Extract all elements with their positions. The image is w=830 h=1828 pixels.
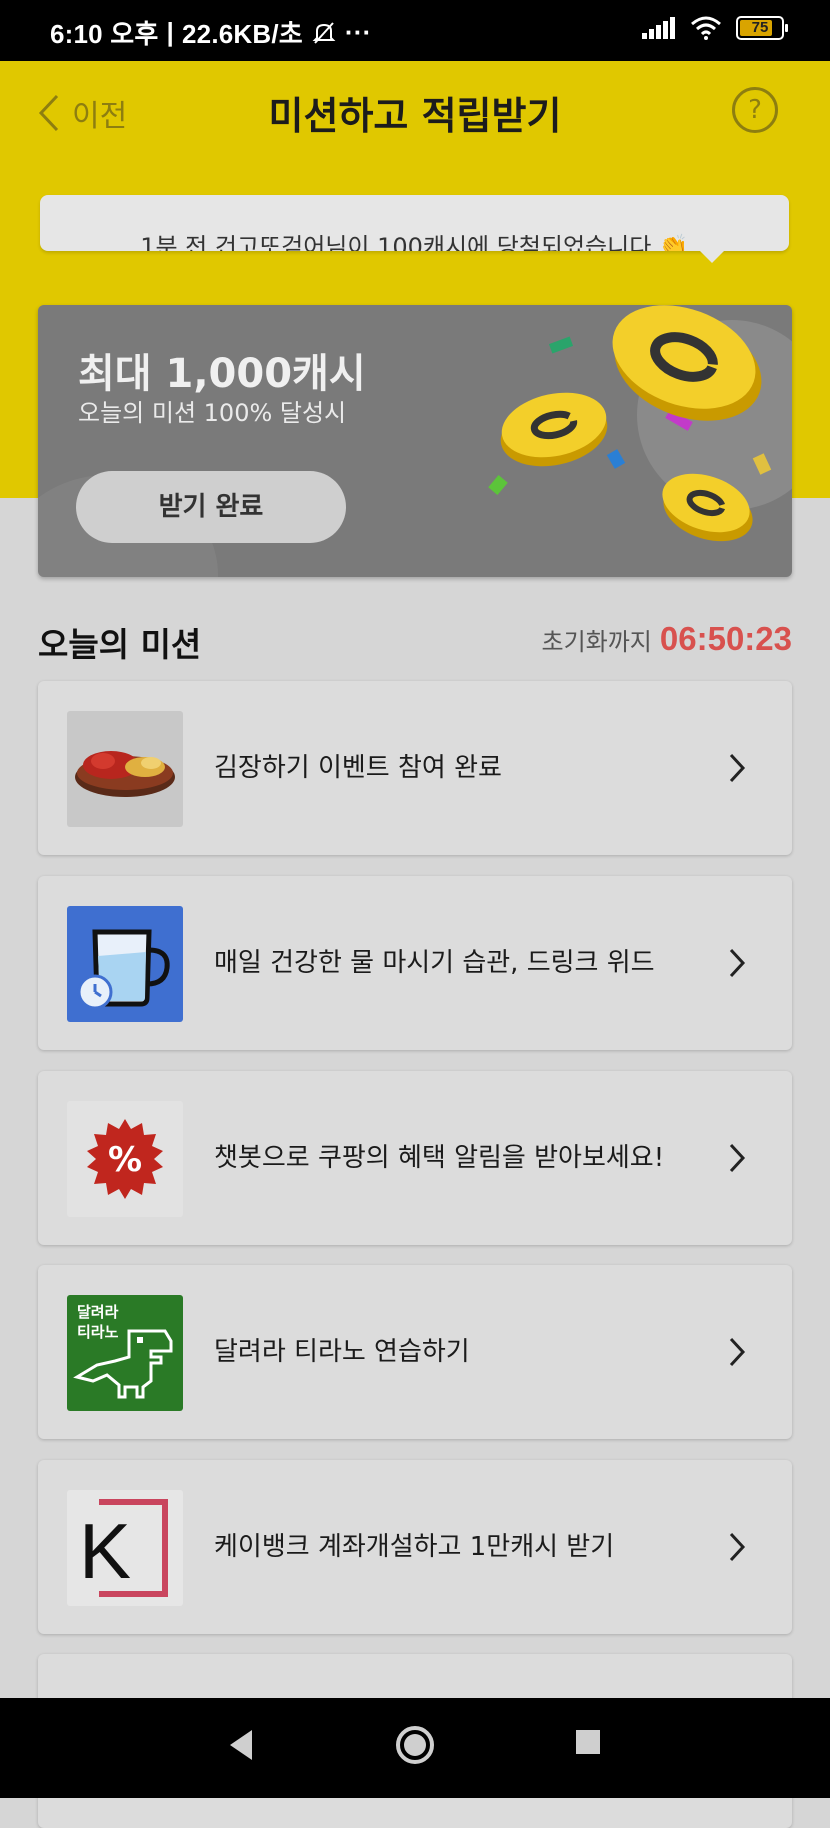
mute-bell-icon	[312, 21, 336, 44]
chevron-right-icon	[729, 948, 746, 978]
chevron-right-icon	[729, 753, 746, 783]
ticker-tail	[698, 249, 726, 263]
reset-label: 초기화까지	[541, 628, 652, 656]
coins-illustration-icon	[488, 305, 792, 542]
mission-label: 김장하기 이벤트 참여 완료	[214, 753, 502, 783]
more-indicator: ···	[344, 17, 372, 47]
back-nav-icon[interactable]	[226, 1728, 256, 1762]
wifi-icon	[691, 16, 721, 40]
system-nav-bar	[0, 1698, 830, 1798]
status-time: 6:10 오후	[50, 19, 159, 49]
discount-badge-icon: %	[67, 1101, 183, 1217]
mission-item[interactable]: 달려라 티라노 달려라 티라노 연습하기	[38, 1265, 792, 1439]
reward-amount: 최대 1,000캐시	[78, 351, 366, 397]
thumb-text-line1: 달려라	[77, 1303, 119, 1321]
mission-item[interactable]: 매일 건강한 물 마시기 습관, 드링크 위드	[38, 876, 792, 1050]
chevron-right-icon	[729, 1532, 746, 1562]
mission-label: 매일 건강한 물 마시기 습관, 드링크 위드	[214, 948, 655, 978]
mission-label: 달려라 티라노 연습하기	[214, 1337, 470, 1367]
ticker-text: 1분 전 건고또걷어님이 100캐시에 당첨되었습니다 👏	[140, 233, 689, 251]
kbank-logo-icon: K	[67, 1490, 183, 1606]
reset-countdown: 06:50:23	[659, 620, 792, 657]
thumb-text-line2: 티라노	[77, 1323, 119, 1341]
winner-ticker: 1분 전 건고또걷어님이 100캐시에 당첨되었습니다 👏	[40, 195, 789, 251]
mission-item[interactable]: 김장하기 이벤트 참여 완료	[38, 681, 792, 855]
logo-letter: K	[79, 1507, 131, 1595]
chevron-right-icon	[729, 1337, 746, 1367]
recents-nav-icon[interactable]	[574, 1728, 602, 1756]
battery-icon: 75	[736, 16, 788, 40]
battery-level: 75	[751, 19, 769, 36]
water-cup-icon	[67, 906, 183, 1022]
network-speed: 22.6KB/초	[182, 19, 303, 49]
mission-label: 케이뱅크 계좌개설하고 1만캐시 받기	[214, 1532, 615, 1562]
page-title: 미션하고 적립받기	[268, 94, 562, 138]
mission-item[interactable]: % 챗봇으로 쿠팡의 혜택 알림을 받아보세요!	[38, 1071, 792, 1245]
claim-complete-button[interactable]: 받기 완료	[76, 471, 346, 543]
chevron-right-icon	[729, 1143, 746, 1173]
dinosaur-icon: 달려라 티라노	[67, 1295, 183, 1411]
home-nav-icon[interactable]	[395, 1725, 435, 1765]
signal-icon	[642, 17, 675, 39]
reward-card: 최대 1,000캐시 오늘의 미션 100% 달성시 받기 완료	[38, 305, 792, 577]
kimchi-dish-icon	[67, 711, 183, 827]
status-bar: 6:10 오후 | 22.6KB/초 ··· 75	[0, 0, 830, 61]
help-button[interactable]: ?	[732, 87, 778, 133]
reset-timer: 초기화까지 06:50:23	[541, 620, 792, 658]
badge-text: %	[108, 1140, 142, 1180]
mission-label: 챗봇으로 쿠팡의 혜택 알림을 받아보세요!	[214, 1143, 665, 1173]
reward-subtitle: 오늘의 미션 100% 달성시	[78, 399, 347, 427]
missions-section-title: 오늘의 미션	[38, 625, 202, 664]
mission-item[interactable]: K 케이뱅크 계좌개설하고 1만캐시 받기	[38, 1460, 792, 1634]
